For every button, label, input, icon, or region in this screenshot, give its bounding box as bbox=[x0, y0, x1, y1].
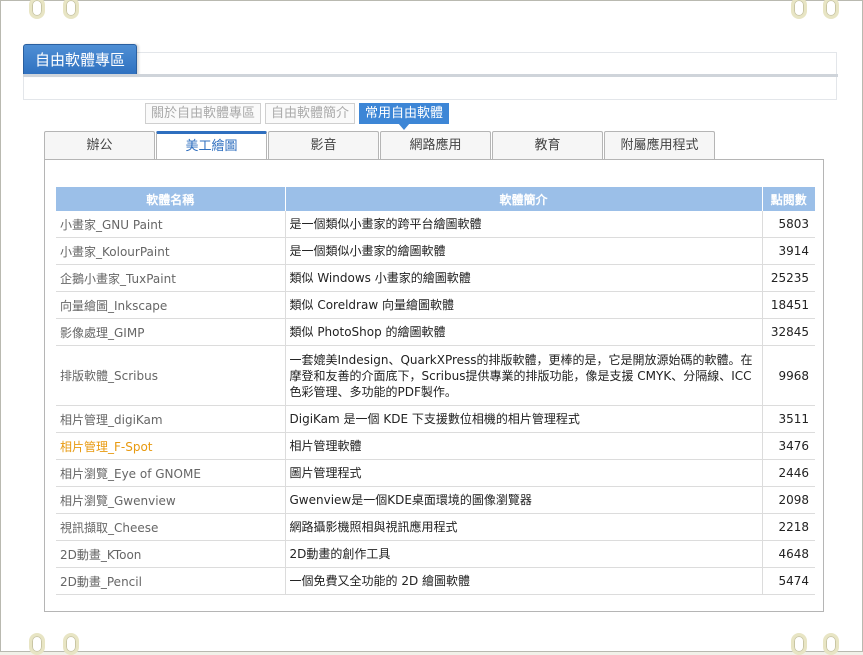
software-description: 類似 PhotoShop 的繪圖軟體 bbox=[285, 318, 763, 346]
table-row: 2D動畫_Pencil 一個免費又全功能的 2D 繪圖軟體 5474 bbox=[56, 567, 815, 595]
software-table: 軟體名稱 軟體簡介 點閱數 小畫家_GNU Paint 是一個類似小畫家的跨平台… bbox=[56, 187, 815, 595]
software-description: 圖片管理程式 bbox=[285, 459, 763, 487]
software-description: 2D動畫的創作工具 bbox=[285, 540, 763, 568]
view-count: 9968 bbox=[762, 345, 815, 406]
tab-education[interactable]: 教育 bbox=[492, 131, 603, 159]
header-frame-line bbox=[23, 77, 24, 100]
software-name-link[interactable]: 企鵝小畫家_TuxPaint bbox=[56, 264, 286, 292]
software-description: Gwenview是一個KDE桌面環境的圖像瀏覽器 bbox=[285, 486, 763, 514]
binder-ring-icon bbox=[29, 0, 45, 19]
binder-ring-icon bbox=[823, 0, 839, 19]
table-row: 小畫家_KolourPaint 是一個類似小畫家的繪圖軟體 3914 bbox=[56, 237, 815, 265]
subtab-intro[interactable]: 自由軟體簡介 bbox=[265, 103, 356, 124]
software-name-link[interactable]: 向量繪圖_Inkscape bbox=[56, 291, 286, 319]
software-name-link[interactable]: 排版軟體_Scribus bbox=[56, 345, 286, 406]
software-description: 網路攝影機照相與視訊應用程式 bbox=[285, 513, 763, 541]
column-header-name[interactable]: 軟體名稱 bbox=[56, 187, 286, 211]
view-count: 3914 bbox=[762, 237, 815, 265]
table-row: 相片瀏覽_Gwenview Gwenview是一個KDE桌面環境的圖像瀏覽器 2… bbox=[56, 486, 815, 514]
binder-ring-icon bbox=[63, 0, 79, 19]
view-count: 3511 bbox=[762, 405, 815, 433]
page-sheet: 自由軟體專區 關於自由軟體專區 自由軟體簡介 常用自由軟體 辦公 美工繪圖 影音… bbox=[0, 0, 863, 655]
table-row: 企鵝小畫家_TuxPaint 類似 Windows 小畫家的繪圖軟體 25235 bbox=[56, 264, 815, 292]
view-count: 32845 bbox=[762, 318, 815, 346]
header-frame-line bbox=[23, 99, 837, 100]
view-count: 4648 bbox=[762, 540, 815, 568]
table-row: 2D動畫_KToon 2D動畫的創作工具 4648 bbox=[56, 540, 815, 568]
software-name-link[interactable]: 相片管理_F-Spot bbox=[56, 432, 286, 460]
column-header-description: 軟體簡介 bbox=[285, 187, 763, 211]
page-title: 自由軟體專區 bbox=[23, 44, 137, 76]
software-description: 是一個類似小畫家的繪圖軟體 bbox=[285, 237, 763, 265]
view-count: 2218 bbox=[762, 513, 815, 541]
software-description: 是一個類似小畫家的跨平台繪圖軟體 bbox=[285, 211, 763, 238]
software-name-link[interactable]: 小畫家_KolourPaint bbox=[56, 237, 286, 265]
tab-office[interactable]: 辦公 bbox=[44, 131, 155, 159]
tab-graphics[interactable]: 美工繪圖 bbox=[156, 131, 267, 159]
software-description: 相片管理軟體 bbox=[285, 432, 763, 460]
software-description: DigiKam 是一個 KDE 下支援數位相機的相片管理程式 bbox=[285, 405, 763, 433]
view-count: 2098 bbox=[762, 486, 815, 514]
software-name-link[interactable]: 相片瀏覽_Eye of GNOME bbox=[56, 459, 286, 487]
view-count: 5803 bbox=[762, 211, 815, 238]
table-row: 相片瀏覽_Eye of GNOME 圖片管理程式 2446 bbox=[56, 459, 815, 487]
subtab-about[interactable]: 關於自由軟體專區 bbox=[145, 103, 262, 124]
software-description: 一個免費又全功能的 2D 繪圖軟體 bbox=[285, 567, 763, 595]
software-name-link[interactable]: 2D動畫_Pencil bbox=[56, 567, 286, 595]
software-name-link[interactable]: 視訊擷取_Cheese bbox=[56, 513, 286, 541]
software-name-link[interactable]: 相片管理_digiKam bbox=[56, 405, 286, 433]
view-count: 5474 bbox=[762, 567, 815, 595]
software-description: 類似 Coreldraw 向量繪圖軟體 bbox=[285, 291, 763, 319]
table-row: 相片管理_F-Spot 相片管理軟體 3476 bbox=[56, 432, 815, 460]
tab-multimedia[interactable]: 影音 bbox=[268, 131, 379, 159]
table-row: 影像處理_GIMP 類似 PhotoShop 的繪圖軟體 32845 bbox=[56, 318, 815, 346]
software-description: 一套媲美Indesign、QuarkXPress的排版軟體，更棒的是，它是開放源… bbox=[285, 345, 763, 406]
column-header-views[interactable]: 點閱數 bbox=[762, 187, 815, 211]
software-name-link[interactable]: 影像處理_GIMP bbox=[56, 318, 286, 346]
table-row: 小畫家_GNU Paint 是一個類似小畫家的跨平台繪圖軟體 5803 bbox=[56, 211, 815, 238]
subtab-common-software[interactable]: 常用自由軟體 bbox=[359, 103, 450, 130]
software-description: 類似 Windows 小畫家的繪圖軟體 bbox=[285, 264, 763, 292]
table-row: 相片管理_digiKam DigiKam 是一個 KDE 下支援數位相機的相片管… bbox=[56, 405, 815, 433]
table-header-row: 軟體名稱 軟體簡介 點閱數 bbox=[56, 187, 815, 211]
section-subnav: 關於自由軟體專區 自由軟體簡介 常用自由軟體 bbox=[145, 103, 450, 130]
table-row: 視訊擷取_Cheese 網路攝影機照相與視訊應用程式 2218 bbox=[56, 513, 815, 541]
view-count: 3476 bbox=[762, 432, 815, 460]
software-name-link[interactable]: 相片瀏覽_Gwenview bbox=[56, 486, 286, 514]
tab-accessories[interactable]: 附屬應用程式 bbox=[604, 131, 715, 159]
binder-ring-icon bbox=[791, 0, 807, 19]
view-count: 2446 bbox=[762, 459, 815, 487]
software-name-link[interactable]: 2D動畫_KToon bbox=[56, 540, 286, 568]
table-row: 排版軟體_Scribus 一套媲美Indesign、QuarkXPress的排版… bbox=[56, 345, 815, 406]
title-divider bbox=[23, 74, 838, 77]
view-count: 18451 bbox=[762, 291, 815, 319]
tab-internet[interactable]: 網路應用 bbox=[380, 131, 491, 159]
header-frame-line bbox=[137, 52, 837, 53]
view-count: 25235 bbox=[762, 264, 815, 292]
tab-content-panel: 軟體名稱 軟體簡介 點閱數 小畫家_GNU Paint 是一個類似小畫家的跨平台… bbox=[44, 159, 824, 612]
category-tabs: 辦公 美工繪圖 影音 網路應用 教育 附屬應用程式 bbox=[44, 131, 715, 159]
software-name-link[interactable]: 小畫家_GNU Paint bbox=[56, 211, 286, 238]
table-row: 向量繪圖_Inkscape 類似 Coreldraw 向量繪圖軟體 18451 bbox=[56, 291, 815, 319]
